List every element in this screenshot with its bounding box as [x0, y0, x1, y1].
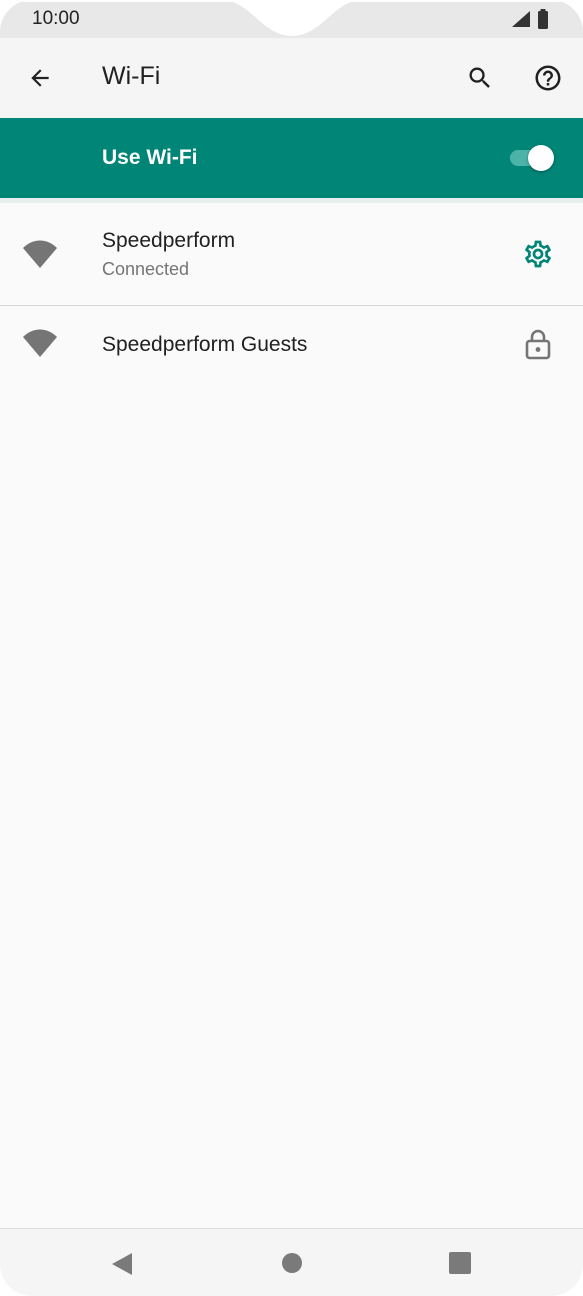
network-name: Speedperform [102, 229, 236, 252]
network-item[interactable]: Speedperform Connected [0, 203, 583, 306]
status-icons [511, 9, 549, 29]
network-name: Speedperform Guests [102, 333, 308, 356]
use-wifi-toggle[interactable] [508, 145, 556, 171]
search-button[interactable] [460, 58, 500, 98]
network-item[interactable]: Speedperform Guests [0, 306, 583, 382]
wifi-signal-icon [23, 240, 57, 268]
notch [0, 0, 583, 36]
gear-icon [525, 240, 551, 268]
toggle-thumb [528, 145, 554, 171]
wifi-signal-icon [23, 329, 57, 357]
arrow-back-icon [31, 69, 49, 87]
help-button[interactable] [528, 58, 568, 98]
battery-icon [538, 9, 548, 29]
nav-recents-icon[interactable] [448, 1251, 472, 1275]
navigation-bar [0, 1228, 583, 1296]
network-settings-button[interactable] [520, 236, 556, 272]
search-icon [469, 67, 490, 88]
status-bar: 10:00 [0, 0, 583, 38]
status-time: 10:00 [32, 8, 80, 29]
nav-back-icon[interactable] [108, 1249, 138, 1279]
use-wifi-label: Use Wi-Fi [102, 146, 198, 169]
nav-home-icon[interactable] [280, 1251, 304, 1275]
lock-icon [525, 329, 551, 360]
phone-screen: 10:00 Wi-Fi Use Wi-Fi Speedperform Conne… [0, 0, 583, 1296]
network-status: Connected [102, 259, 190, 279]
page-title: Wi-Fi [102, 62, 161, 90]
use-wifi-switch-bar[interactable]: Use Wi-Fi [0, 118, 583, 198]
toolbar: Wi-Fi [0, 38, 583, 118]
back-button[interactable] [20, 58, 60, 98]
cellular-signal-icon [512, 11, 530, 27]
help-icon [535, 65, 561, 91]
